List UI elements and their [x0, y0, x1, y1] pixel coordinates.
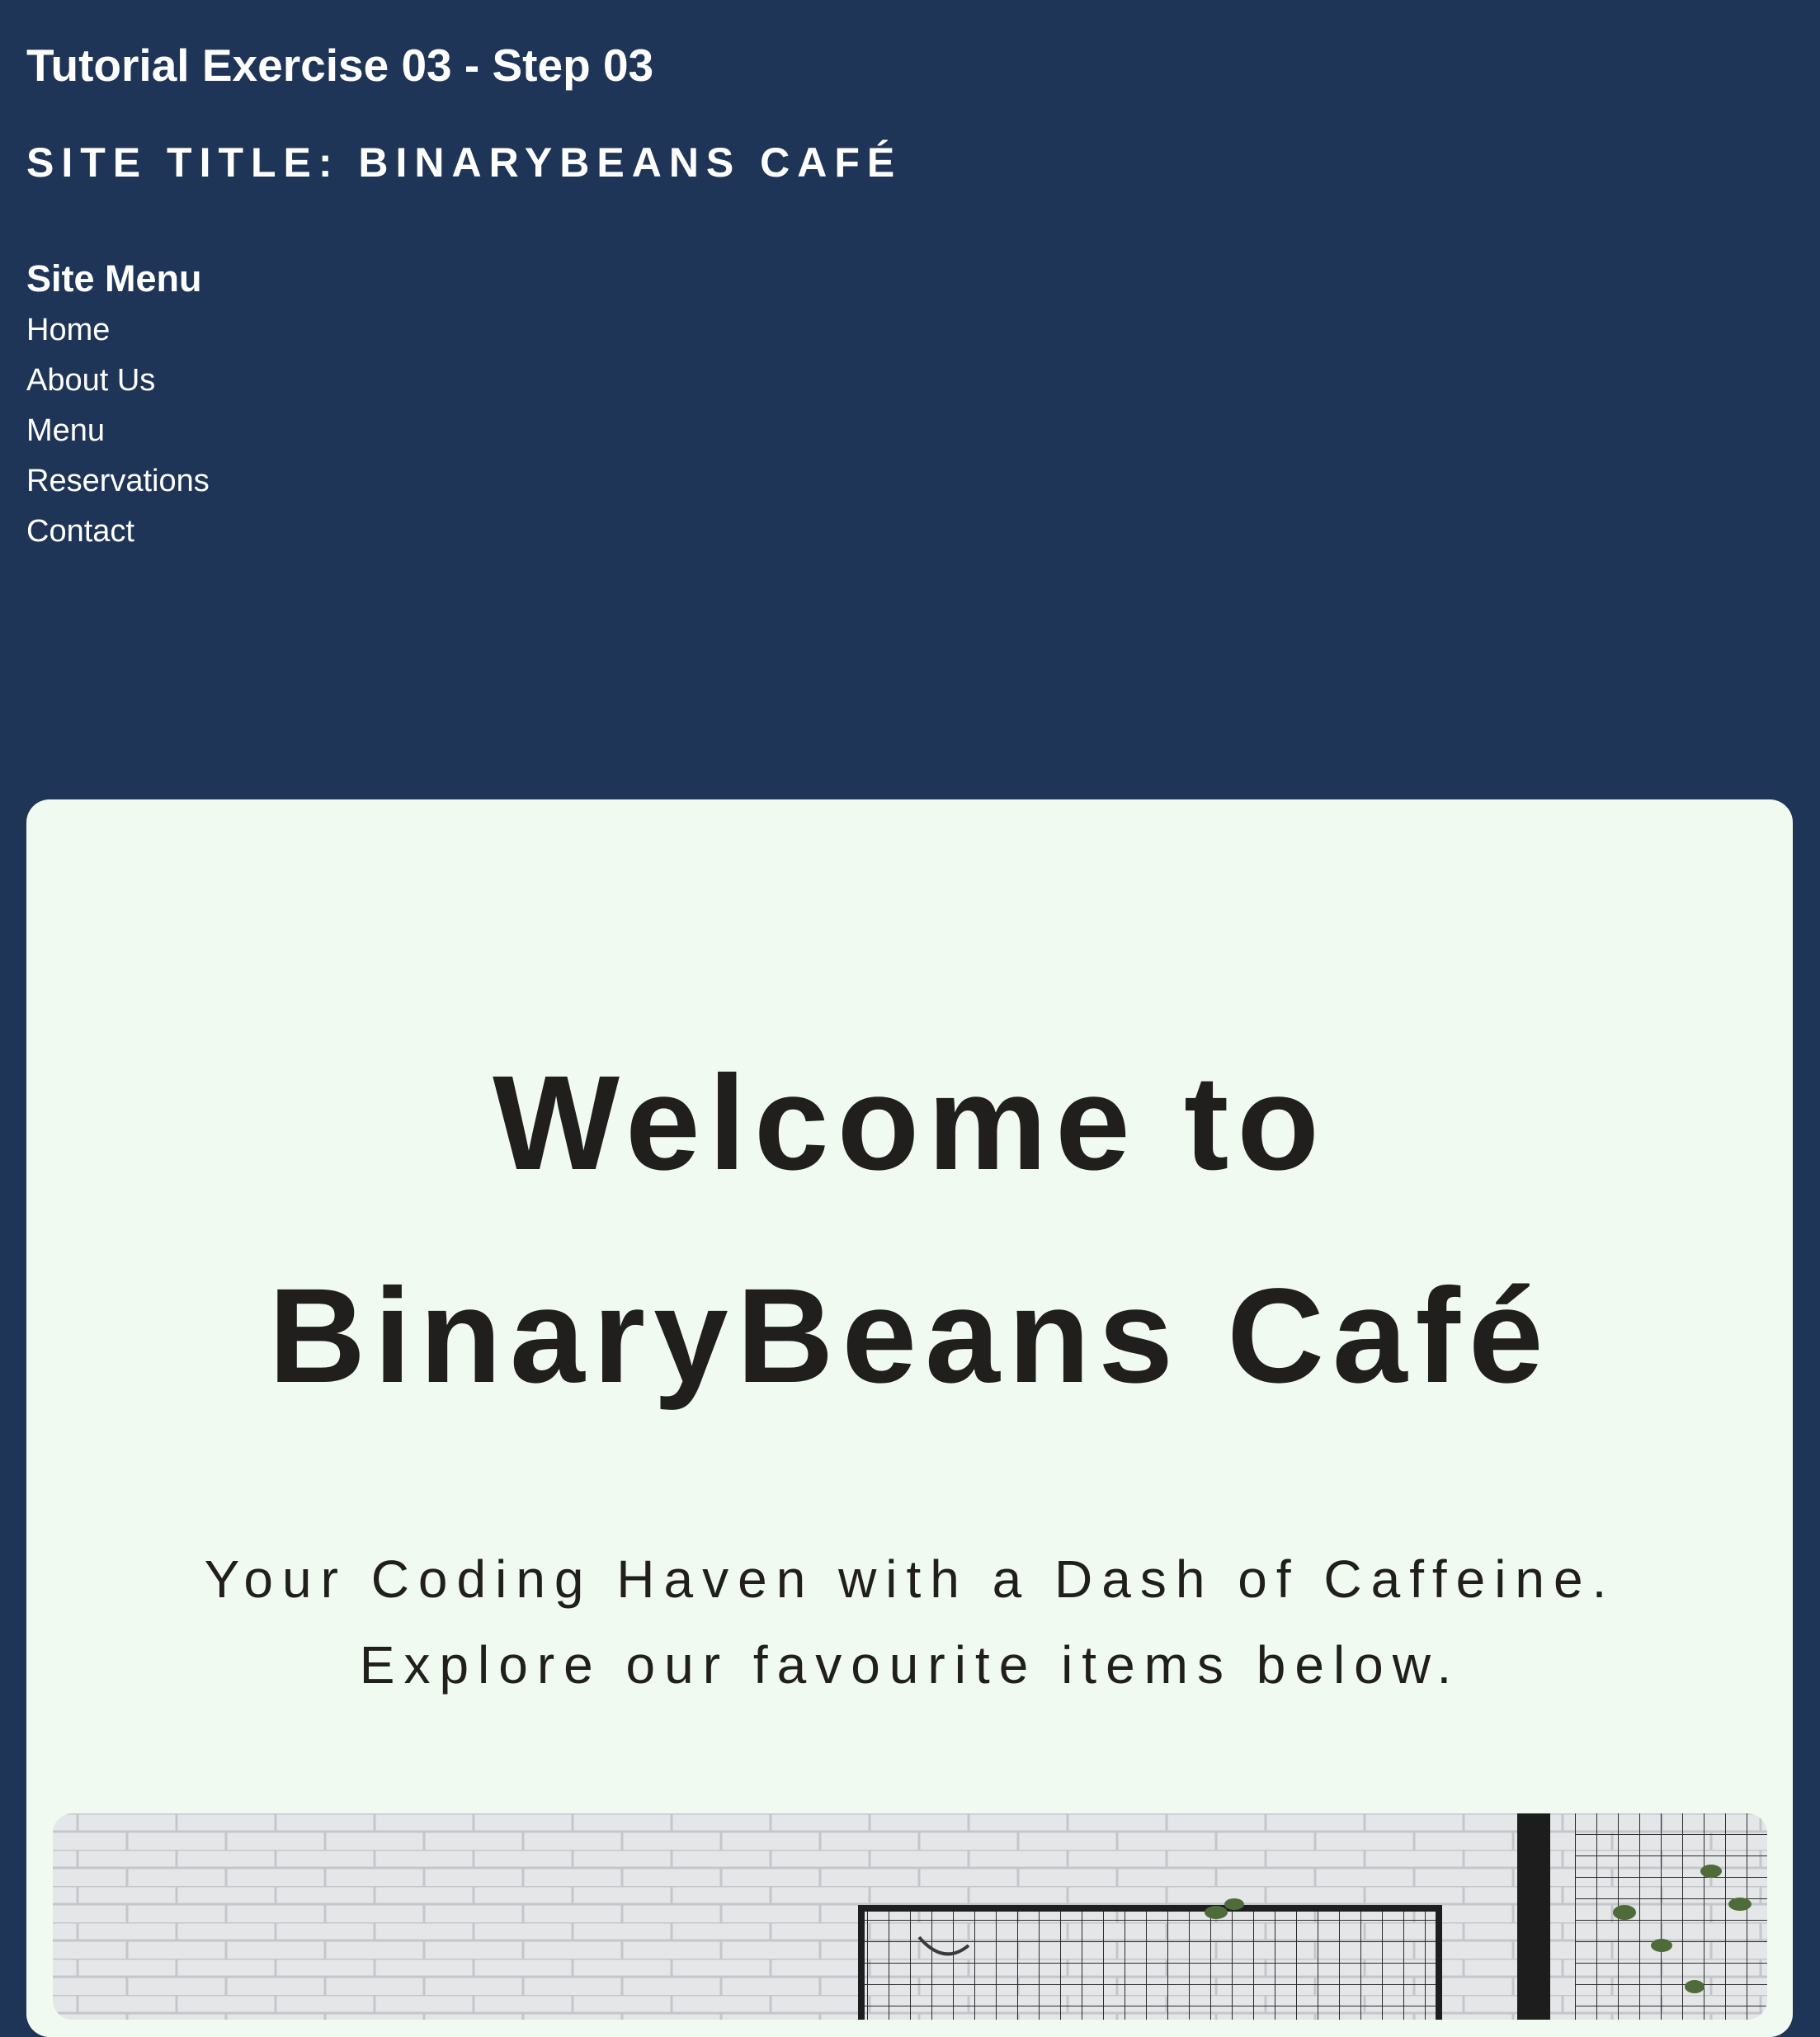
welcome-subtitle-line-2: Explore our favourite items below. — [359, 1635, 1461, 1695]
dark-post — [1517, 1813, 1550, 2020]
site-title: SITE TITLE: BINARYBEANS CAFÉ — [26, 139, 903, 186]
menu-item-home: Home — [26, 305, 210, 356]
menu-list: Home About Us Menu Reservations Contact — [26, 305, 210, 557]
menu-item-contact: Contact — [26, 507, 210, 557]
wire-panel — [1575, 1813, 1767, 2020]
menu-link-contact[interactable]: Contact — [26, 514, 134, 549]
menu-link-about-us[interactable]: About Us — [26, 363, 155, 398]
cafe-photo-illustration — [53, 1813, 1767, 2020]
menu-link-reservations[interactable]: Reservations — [26, 464, 210, 498]
menu-item-about-us: About Us — [26, 356, 210, 406]
menu-link-menu[interactable]: Menu — [26, 413, 105, 448]
site-menu: Site Menu Home About Us Menu Reservation… — [26, 254, 210, 557]
welcome-subtitle-line-1: Your Coding Haven with a Dash of Caffein… — [204, 1549, 1616, 1609]
menu-item-reservations: Reservations — [26, 456, 210, 507]
menu-item-menu: Menu — [26, 406, 210, 456]
menu-link-home[interactable]: Home — [26, 313, 110, 347]
cafe-interior-photo — [53, 1813, 1767, 2020]
welcome-subtitle: Your Coding Haven with a Dash of Caffein… — [0, 1536, 1820, 1708]
welcome-title: Welcome to BinaryBeans Café — [0, 1016, 1820, 1442]
site-menu-heading: Site Menu — [26, 257, 202, 299]
page-heading: Tutorial Exercise 03 - Step 03 — [26, 40, 654, 91]
grid-frame — [858, 1905, 1442, 2020]
welcome-title-line-2: BinaryBeans Café — [268, 1260, 1552, 1411]
welcome-title-line-1: Welcome to — [493, 1047, 1327, 1198]
